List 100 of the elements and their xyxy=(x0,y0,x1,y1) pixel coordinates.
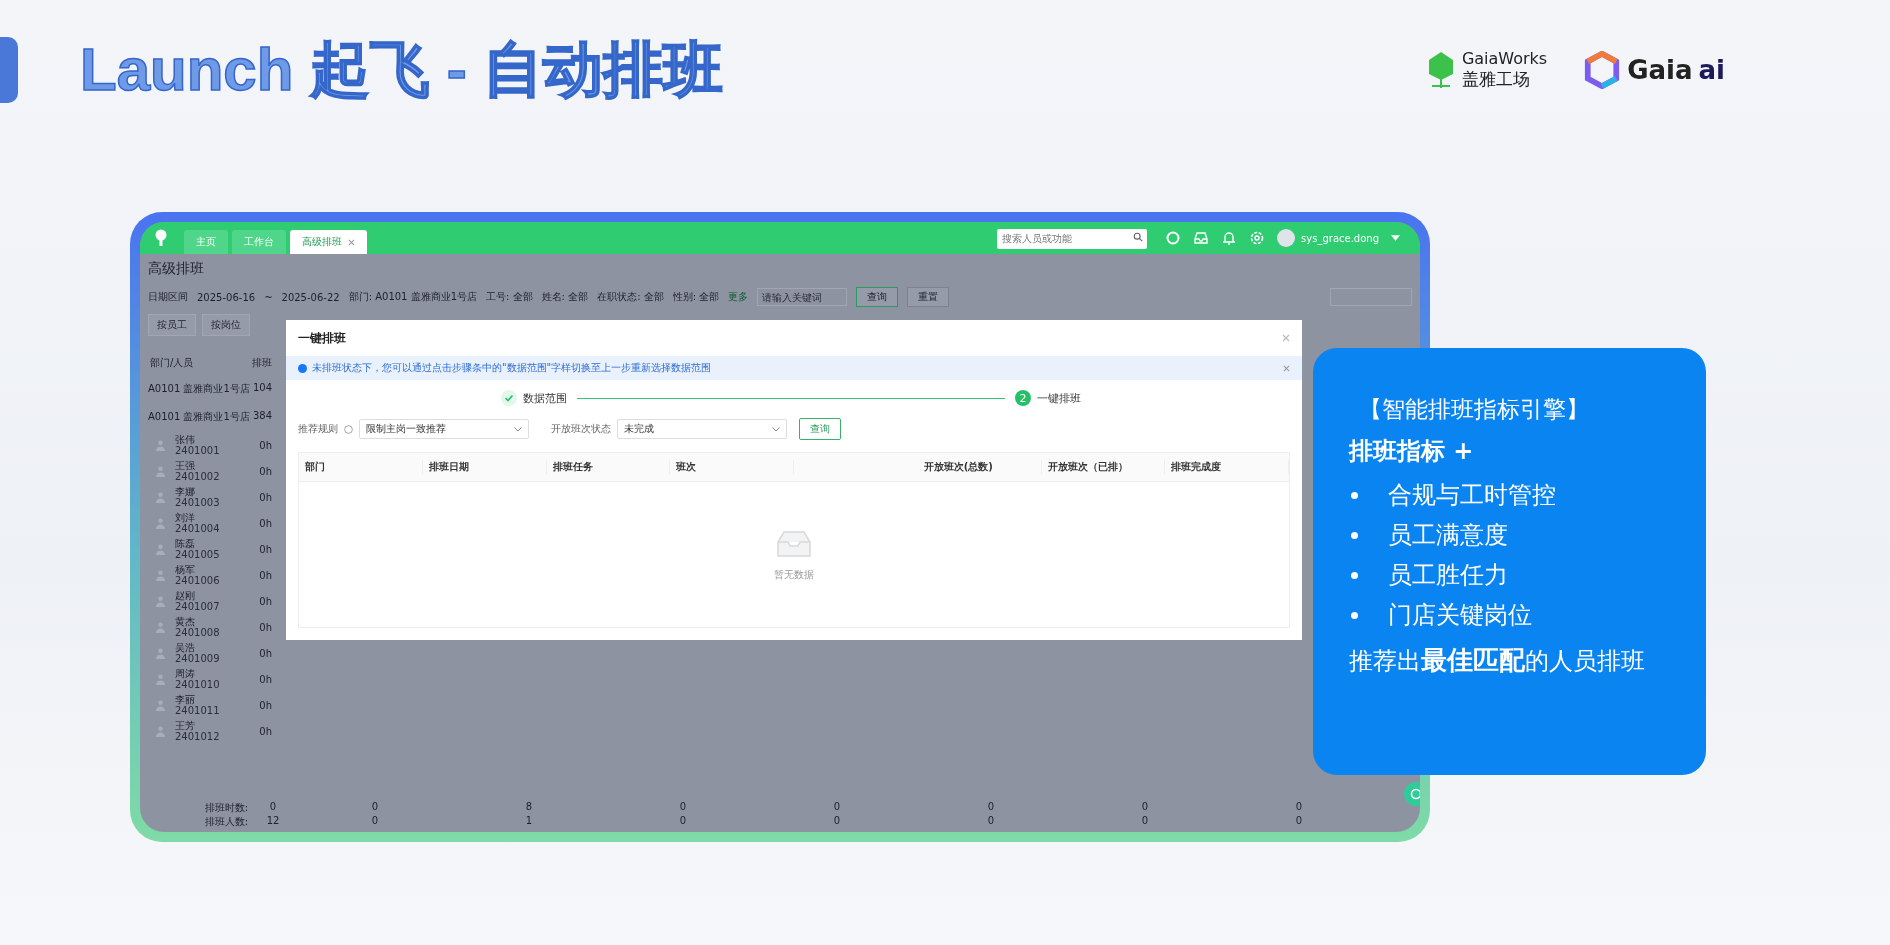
employee-name[interactable]: 李丽 xyxy=(175,694,220,705)
bulb-icon xyxy=(154,229,168,247)
employee-id: 2401010 xyxy=(175,679,220,690)
bell-icon[interactable] xyxy=(1221,230,1238,246)
employee-name[interactable]: 刘洋 xyxy=(175,512,220,523)
employee-name[interactable]: 周涛 xyxy=(175,668,220,679)
totals-label: 排班人数: xyxy=(203,815,248,829)
totals-value: 0 xyxy=(1294,801,1304,814)
logo-name: Gaia xyxy=(1627,55,1693,85)
status-select[interactable]: 未完成 xyxy=(617,419,787,439)
settings-icon[interactable] xyxy=(1249,230,1266,246)
modal-title: 一键排班 xyxy=(298,329,346,347)
caret-icon xyxy=(1391,235,1400,241)
employee-hours: 0h xyxy=(259,491,272,503)
bullet-icon xyxy=(1351,531,1358,539)
page-title: 高级排班 xyxy=(148,259,205,278)
person-icon xyxy=(156,465,165,477)
totals-value: 0 xyxy=(832,815,842,828)
totals-value: 0 xyxy=(986,815,996,828)
avatar[interactable] xyxy=(1277,229,1296,247)
filter-select[interactable]: 在职状态: 全部 xyxy=(597,290,664,304)
person-icon xyxy=(156,491,165,503)
totals-value: 0 xyxy=(370,801,380,814)
panel-subheading: 排班指标 + xyxy=(1349,436,1475,467)
search-field[interactable]: 搜索人员或功能 xyxy=(997,228,1148,249)
alert-text: 未排班状态下，您可以通过点击步骤条中的"数据范围"字样切换至上一步重新选择数据范围 xyxy=(312,361,713,375)
bullet-text: 合规与工时管控 xyxy=(1388,480,1556,511)
chevron-down-icon xyxy=(772,426,780,432)
step-label[interactable]: 数据范围 xyxy=(523,390,567,406)
logo-name: GaiaWorks xyxy=(1461,49,1548,68)
employee-name[interactable]: 王芳 xyxy=(175,720,220,731)
date-to[interactable]: 2025-06-22 xyxy=(281,291,340,303)
rule-select[interactable]: 限制主岗一致推荐 xyxy=(359,419,529,439)
column-header: 部门 xyxy=(299,460,423,474)
store-name[interactable]: A0101 盖雅商业1号店 xyxy=(148,410,250,424)
bullet-icon xyxy=(1351,571,1358,579)
employee-name[interactable]: 王强 xyxy=(175,460,220,471)
filter-select[interactable]: 性别: 全部 xyxy=(672,290,720,304)
store-value: 104 xyxy=(252,382,272,395)
totals-value: 0 xyxy=(1294,815,1304,828)
employee-id: 2401004 xyxy=(175,523,220,534)
employee-name[interactable]: 李娜 xyxy=(175,486,220,497)
person-icon xyxy=(156,543,165,555)
refresh-icon[interactable] xyxy=(1165,230,1182,246)
bullet-icon xyxy=(1351,491,1358,499)
filter-select[interactable]: 部门: A0101 盖雅商业1号店 xyxy=(348,290,478,304)
employee-id: 2401002 xyxy=(175,471,220,482)
tab[interactable]: 高级排班 xyxy=(290,230,367,254)
person-icon xyxy=(156,699,165,711)
logo-suffix: ai xyxy=(1698,55,1725,85)
employee-id: 2401011 xyxy=(175,705,220,716)
person-icon xyxy=(156,621,165,633)
view-button[interactable]: 按岗位 xyxy=(202,314,250,336)
column-header: 部门/人员 xyxy=(150,356,194,370)
query-button[interactable]: 查询 xyxy=(799,418,841,440)
slide-title: Launch 起飞 - 自动排班 xyxy=(80,34,724,105)
bullet-text: 员工满意度 xyxy=(1388,520,1508,551)
store-name[interactable]: A0101 盖雅商业1号店 xyxy=(148,382,250,396)
filter-select[interactable]: 姓名: 全部 xyxy=(541,290,589,304)
keyword-field[interactable]: 请输入关键词 xyxy=(757,288,848,306)
filter-button[interactable]: 重置 xyxy=(907,287,950,307)
totals-value: 0 xyxy=(1140,815,1150,828)
column-header: 排班完成度 xyxy=(1165,460,1289,474)
employee-hours: 0h xyxy=(259,647,272,659)
person-icon xyxy=(156,439,165,451)
employee-id: 2401012 xyxy=(175,731,220,742)
close-icon[interactable] xyxy=(1282,334,1290,342)
bullet-text: 员工胜任力 xyxy=(1388,560,1508,591)
employee-name[interactable]: 吴浩 xyxy=(175,642,220,653)
employee-id: 2401009 xyxy=(175,653,220,664)
employee-name[interactable]: 张伟 xyxy=(175,434,220,445)
view-button[interactable]: 按员工 xyxy=(148,314,196,336)
search-icon xyxy=(1133,232,1144,243)
column-header: 排班任务 xyxy=(546,460,671,474)
employee-hours: 0h xyxy=(259,673,272,685)
chevron-down-icon xyxy=(514,426,522,432)
employee-name[interactable]: 陈磊 xyxy=(175,538,220,549)
totals-value: 0 xyxy=(678,815,688,828)
employee-name[interactable]: 赵刚 xyxy=(175,590,220,601)
panel-heading: 【智能排班指标引擎】 xyxy=(1359,395,1590,424)
filter-button[interactable]: 查询 xyxy=(856,287,899,307)
employee-name[interactable]: 杨军 xyxy=(175,564,220,575)
employee-hours: 0h xyxy=(259,699,272,711)
totals-value: 0 xyxy=(678,801,688,814)
person-icon xyxy=(156,647,165,659)
step-number: 2 xyxy=(1015,390,1031,406)
date-from[interactable]: 2025-06-16 xyxy=(197,291,256,303)
close-icon[interactable] xyxy=(1283,364,1290,372)
employee-name[interactable]: 黄杰 xyxy=(175,616,220,627)
person-icon xyxy=(156,673,165,685)
employee-hours: 0h xyxy=(259,725,272,737)
inbox-icon[interactable] xyxy=(1193,230,1210,246)
close-icon[interactable] xyxy=(348,238,355,246)
employee-id: 2401001 xyxy=(175,445,220,456)
employee-hours: 0h xyxy=(259,517,272,529)
field-label: 开放班次状态 xyxy=(551,422,611,436)
column-header: 排班日期 xyxy=(422,460,547,474)
filter-select[interactable]: 工号: 全部 xyxy=(486,290,533,304)
employee-hours: 0h xyxy=(259,543,272,555)
step-label[interactable]: 一键排班 xyxy=(1037,390,1081,406)
